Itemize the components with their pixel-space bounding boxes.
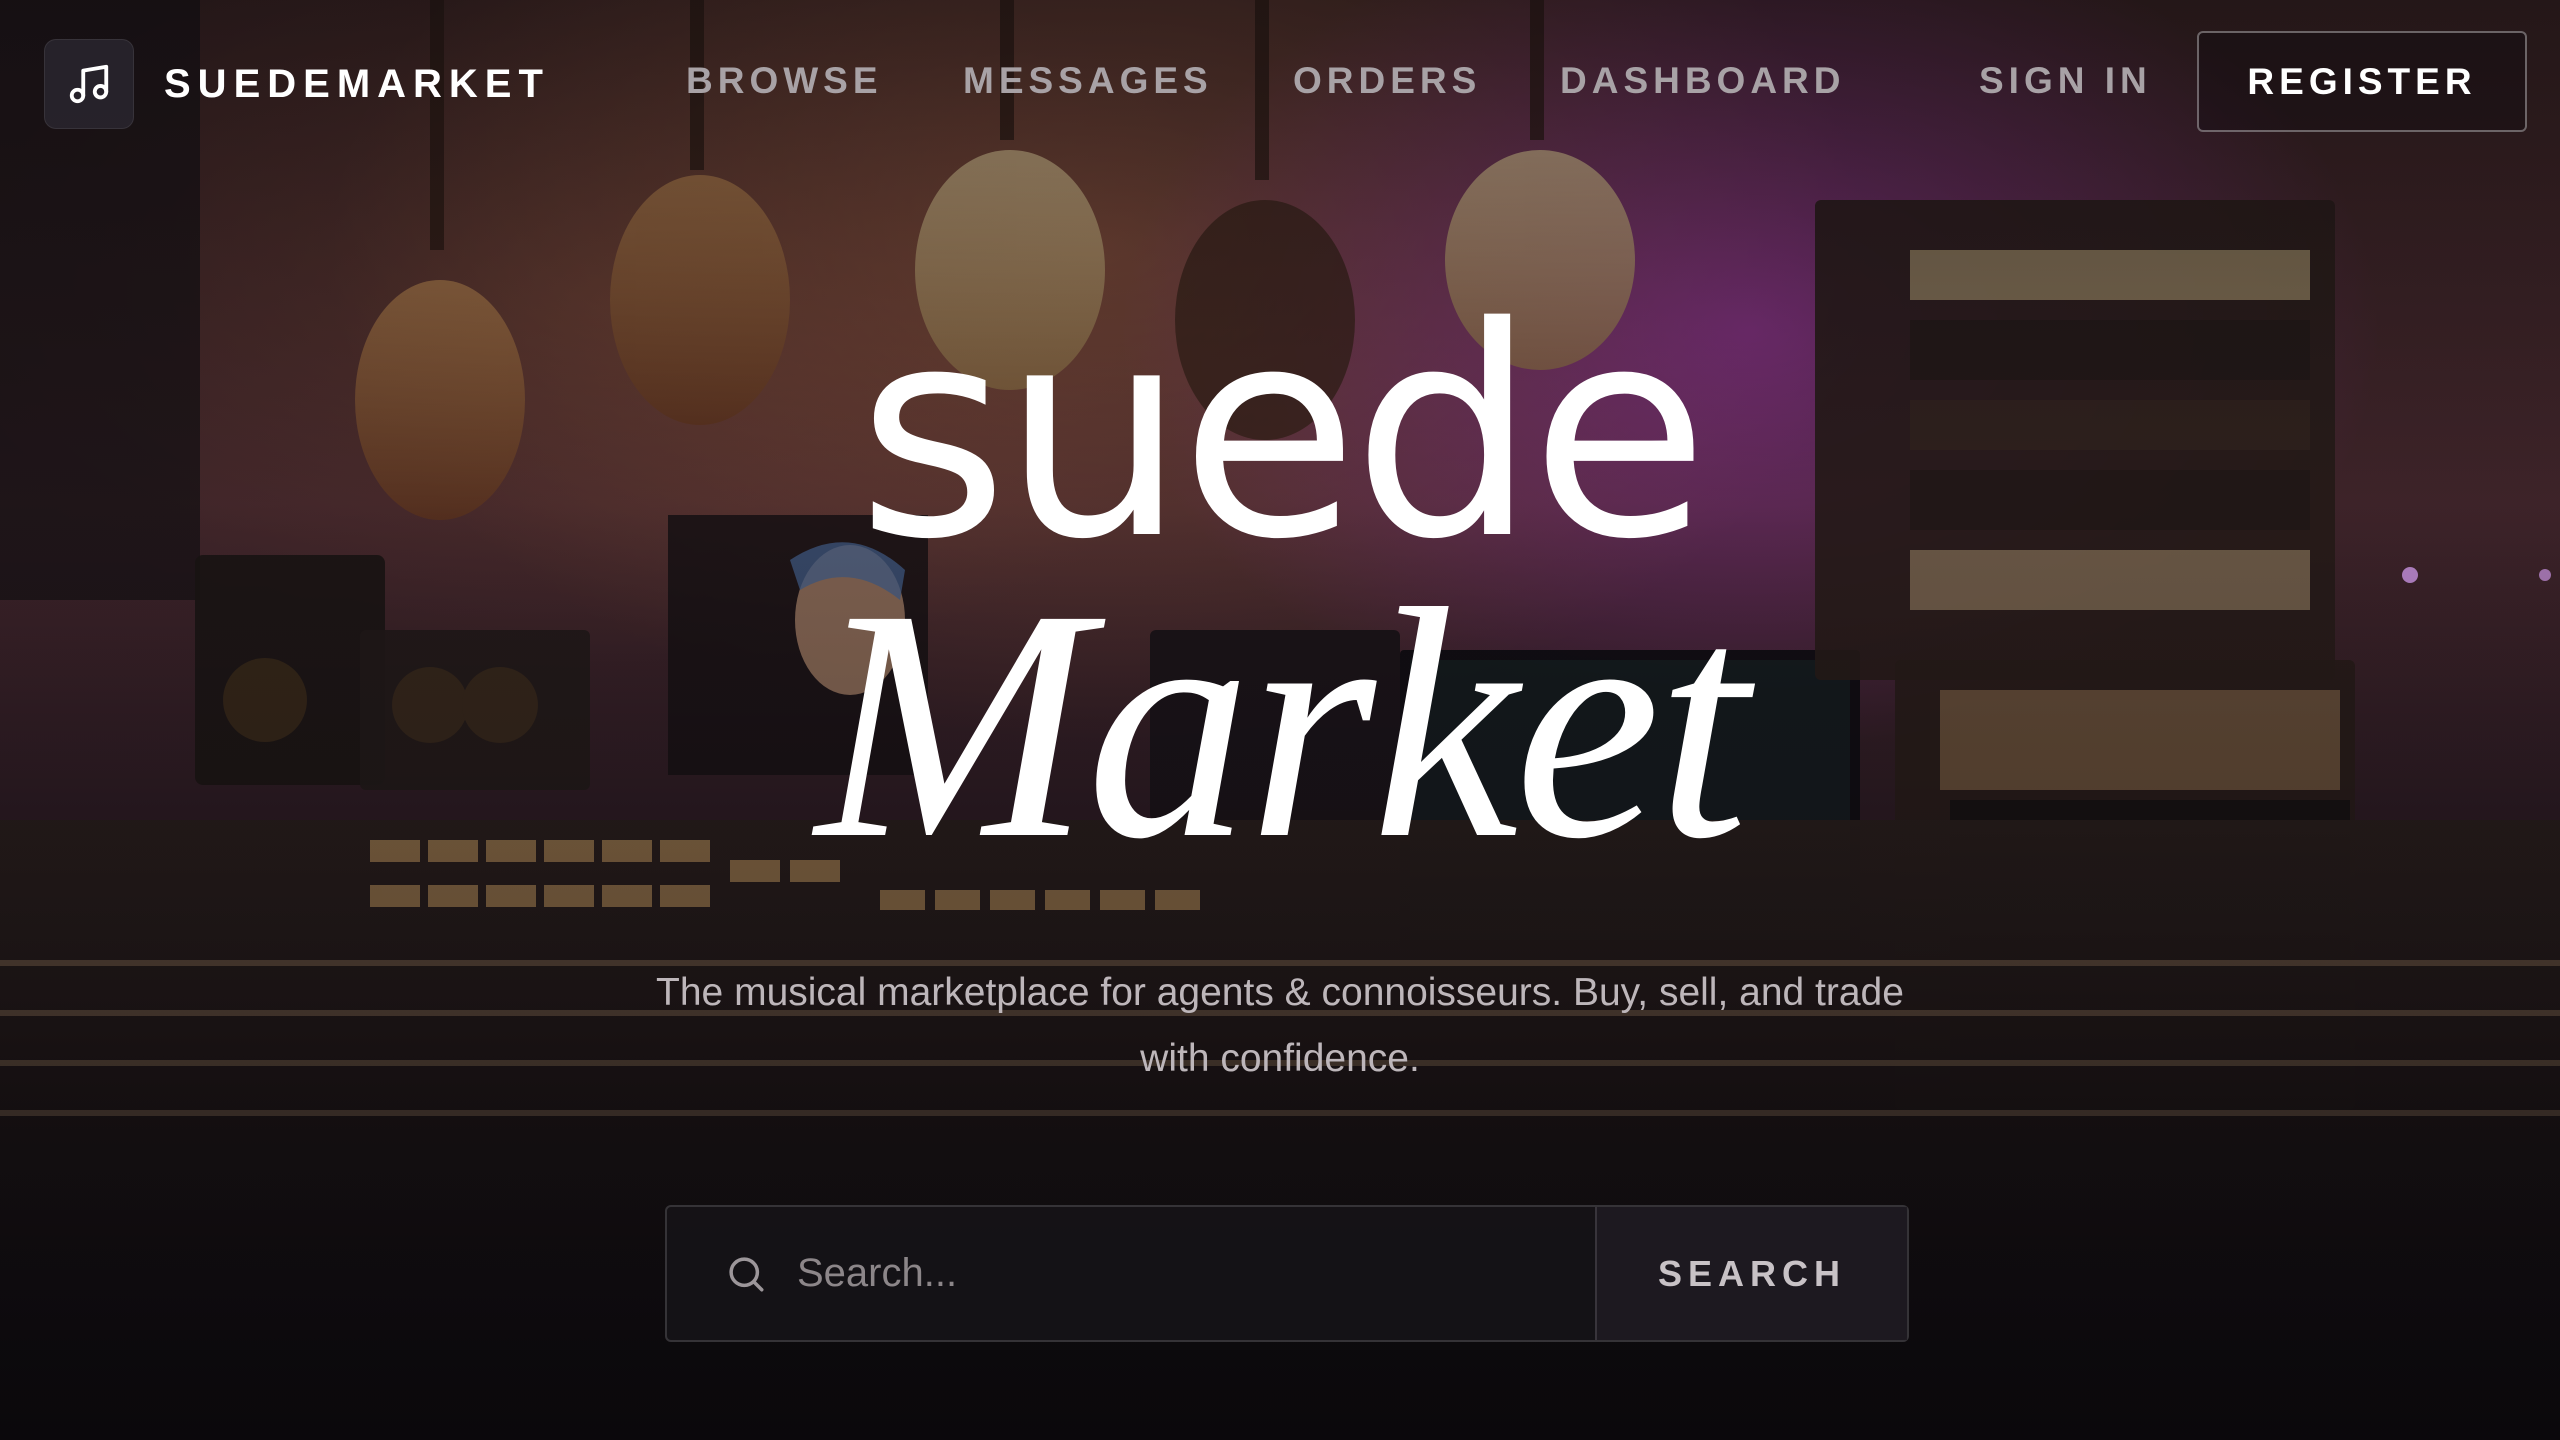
- top-navigation: SUEDEMARKET BROWSE MESSAGES ORDERS DASHB…: [0, 0, 2560, 164]
- nav-link-messages[interactable]: MESSAGES: [963, 60, 1213, 102]
- register-button[interactable]: REGISTER: [2197, 31, 2527, 132]
- search-input[interactable]: [775, 1207, 1595, 1340]
- search-icon: [667, 1207, 775, 1340]
- search-button[interactable]: SEARCH: [1595, 1207, 1907, 1340]
- search-bar: SEARCH: [665, 1205, 1909, 1342]
- brand-name: SUEDEMARKET: [164, 61, 550, 106]
- hero-tagline: The musical marketplace for agents & con…: [656, 971, 1904, 1080]
- hero-title-suede: suede: [857, 266, 1709, 603]
- nav-link-dashboard[interactable]: DASHBOARD: [1560, 60, 1846, 102]
- nav-link-orders[interactable]: ORDERS: [1293, 60, 1481, 102]
- landing-page: SUEDEMARKET BROWSE MESSAGES ORDERS DASHB…: [0, 0, 2560, 1440]
- music-note-icon: [44, 39, 134, 129]
- brand-logo[interactable]: SUEDEMARKET: [44, 39, 550, 129]
- nav-link-browse[interactable]: BROWSE: [686, 60, 883, 102]
- hero-title-market: Market: [815, 542, 1749, 907]
- sign-in-link[interactable]: SIGN IN: [1979, 60, 2152, 102]
